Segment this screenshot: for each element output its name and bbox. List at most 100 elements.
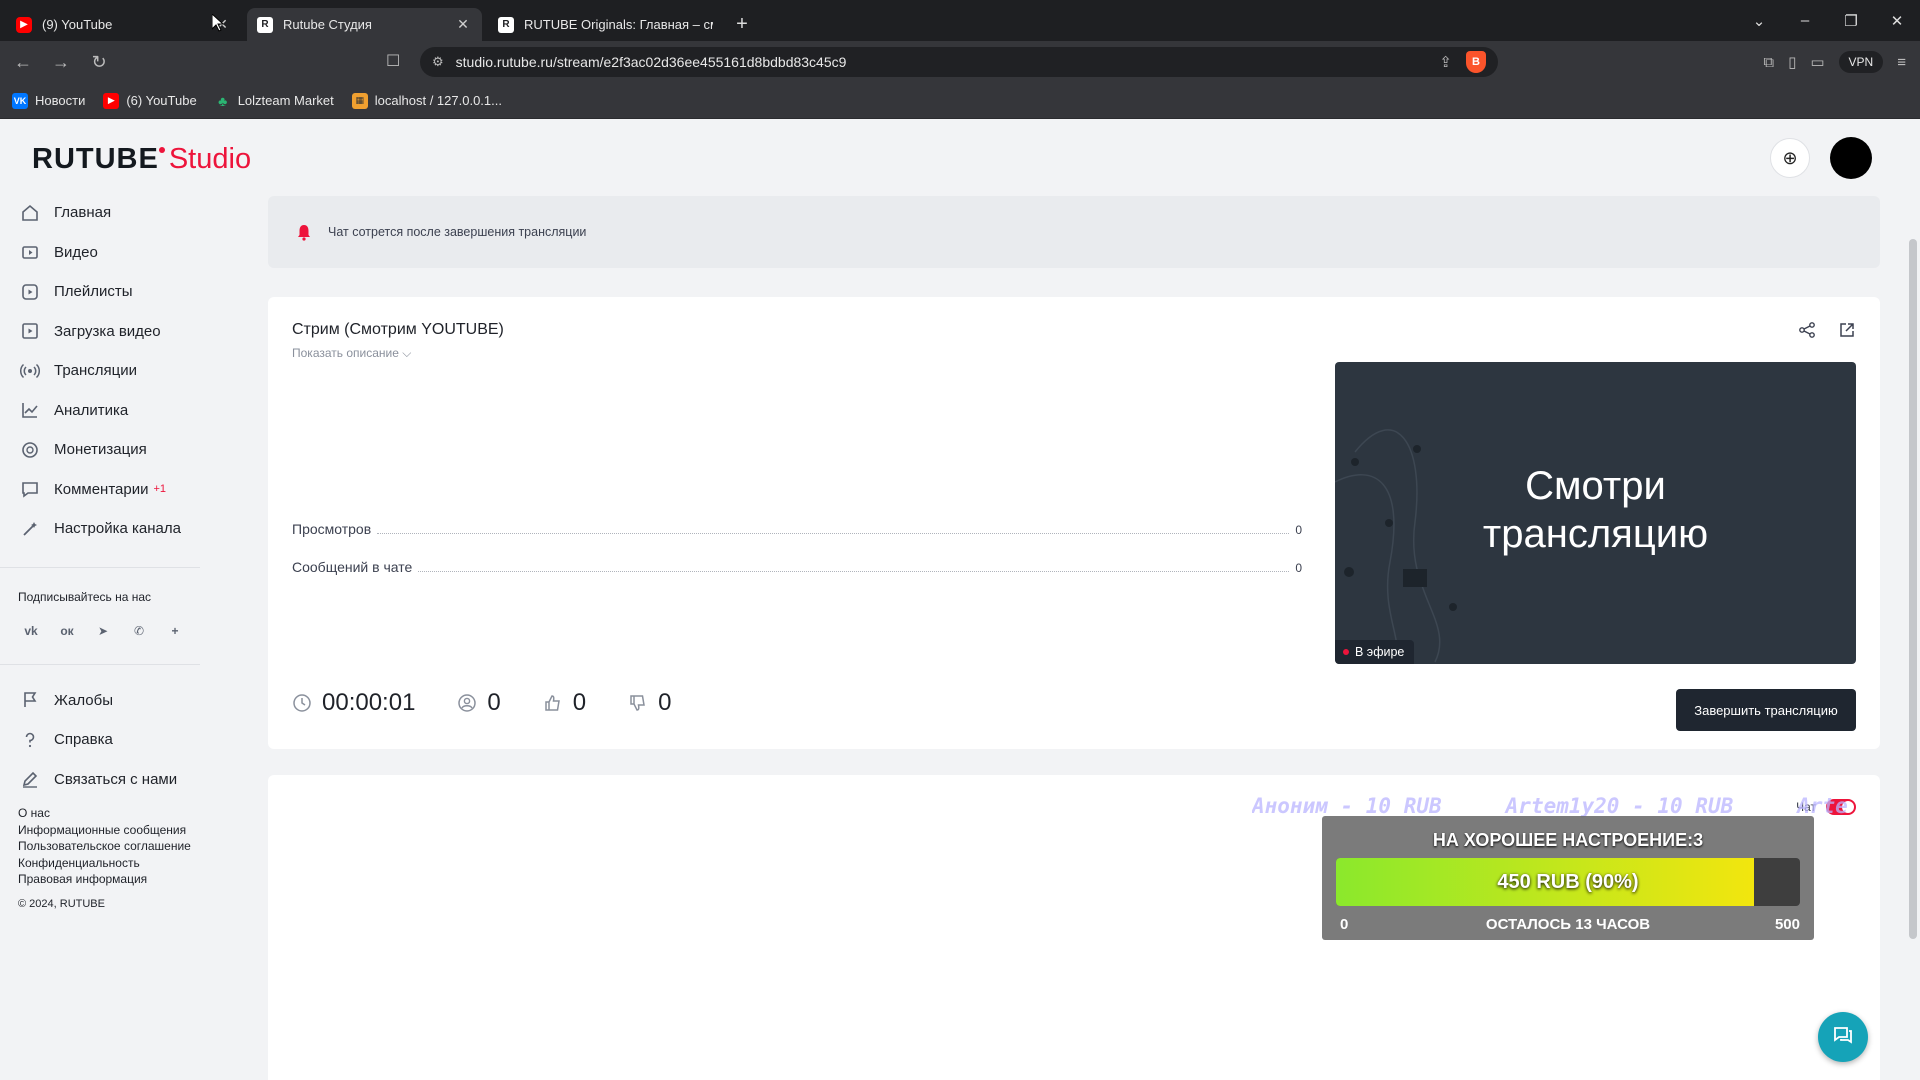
sidebar-divider — [0, 663, 200, 665]
user-icon — [457, 693, 477, 713]
stream-card: Стрим (Смотрим YOUTUBE) Показать описани… — [268, 297, 1880, 749]
comments-badge: +1 — [153, 483, 167, 496]
bookmark-localhost[interactable]: ▦ localhost / 127.0.0.1... — [351, 92, 502, 109]
tab-label: Rutube Студия — [283, 17, 372, 32]
sidebar-item-label: Справка — [54, 731, 113, 749]
extensions-icon[interactable]: ⧉ — [1763, 54, 1774, 71]
reload-icon[interactable]: ↻ — [84, 47, 114, 77]
stream-preview[interactable]: Смотри трансляцию В эфире — [1335, 362, 1856, 664]
browser-tab-bar: ▶ (9) YouTube ✕ R Rutube Студия ✕ R RUTU… — [0, 0, 1920, 41]
bookmark-label: Lolzteam Market — [237, 93, 334, 108]
live-label: В эфире — [1355, 645, 1405, 659]
show-description-label: Показать описание — [292, 346, 399, 360]
sidebar-item-comments[interactable]: Комментарии +1 — [0, 470, 222, 510]
restore-icon[interactable]: ❐ — [1828, 12, 1874, 30]
sidebar-item-complaints[interactable]: Жалобы — [0, 681, 222, 721]
tab-label: (9) YouTube — [42, 17, 113, 32]
sidebar-item-upload[interactable]: Загрузка видео — [0, 312, 222, 352]
link-legal[interactable]: Правовая информация — [18, 871, 222, 888]
phpmyadmin-icon: ▦ — [351, 92, 368, 109]
monetization-icon — [20, 440, 40, 460]
stat-chat-messages: Сообщений в чате 0 — [292, 559, 1302, 575]
telegram-icon[interactable]: ➤ — [92, 620, 114, 642]
wallet-icon[interactable]: ▭ — [1810, 53, 1824, 71]
sidebar-item-home[interactable]: Главная — [0, 193, 222, 233]
analytics-icon — [20, 400, 40, 420]
close-icon[interactable]: ✕ — [454, 16, 472, 34]
chevron-down-icon[interactable]: ⌄ — [1736, 12, 1782, 30]
donation-max: 500 — [1774, 916, 1800, 933]
thumbs-down-icon — [628, 693, 648, 713]
odnoklassniki-icon[interactable]: ок — [56, 620, 78, 642]
url-text[interactable]: studio.rutube.ru/stream/e2f3ac02d36ee455… — [456, 54, 1440, 70]
link-info-messages[interactable]: Информационные сообщения — [18, 822, 222, 839]
chat-bubble-icon — [1831, 1023, 1855, 1052]
preview-caption: Смотри трансляцию — [1335, 462, 1856, 558]
menu-icon[interactable]: ≡ — [1897, 54, 1906, 71]
sidebar-item-label: Связаться с нами — [54, 770, 178, 788]
sidebar-item-broadcasts[interactable]: Трансляции — [0, 351, 222, 391]
site-settings-icon[interactable]: ⚙ — [432, 54, 444, 70]
share-icon[interactable]: ⇪ — [1439, 53, 1452, 71]
sidebar-item-help[interactable]: Справка — [0, 720, 222, 760]
create-button[interactable]: ⊕ — [1770, 138, 1810, 178]
donation-progress-bar: 450 RUB (90%) — [1336, 858, 1800, 906]
metric-duration: 00:00:01 — [292, 689, 415, 717]
more-icon[interactable]: + — [164, 620, 186, 642]
donation-goal-title: НА ХОРОШЕЕ НАСТРОЕНИЕ:3 — [1432, 830, 1704, 850]
sidebar-item-monetization[interactable]: Монетизация — [0, 430, 222, 470]
donation-progress-text: 450 RUB (90%) — [1497, 871, 1639, 893]
vpn-button[interactable]: VPN — [1838, 51, 1884, 73]
close-window-icon[interactable]: ✕ — [1874, 12, 1920, 30]
sidebar-item-contact[interactable]: Связаться с нами — [0, 760, 222, 800]
video-icon — [20, 242, 40, 262]
external-link-icon[interactable] — [1838, 321, 1856, 344]
stat-value: 0 — [1295, 561, 1302, 575]
avatar[interactable] — [1830, 137, 1872, 179]
viber-icon[interactable]: ✆ — [128, 620, 150, 642]
back-icon[interactable]: ← — [8, 47, 38, 77]
stat-views: Просмотров 0 — [292, 521, 1302, 537]
sidebar-item-playlists[interactable]: Плейлисты — [0, 272, 222, 312]
sidebar-item-label: Комментарии — [54, 480, 149, 498]
show-description-toggle[interactable]: Показать описание ⌵ — [292, 346, 411, 361]
tab-rutube-originals[interactable]: R RUTUBE Originals: Главная – смотр — [488, 8, 723, 41]
rutube-studio-logo[interactable]: RUTUBE Studio — [32, 143, 251, 183]
bookmark-lolzteam[interactable]: ♣ Lolzteam Market — [215, 93, 334, 109]
pen-icon — [20, 769, 40, 789]
forward-icon[interactable]: → — [46, 47, 76, 77]
bookmark-icon[interactable]: ☐ — [386, 51, 400, 71]
sidebar-item-channel-settings[interactable]: Настройка канала — [0, 509, 222, 549]
sidebar: Главная Видео Плейлисты Загрузка видео Т… — [0, 193, 222, 910]
lolzteam-icon: ♣ — [218, 92, 228, 109]
scrollbar-thumb[interactable] — [1909, 239, 1917, 939]
end-stream-button[interactable]: Завершить трансляцию — [1676, 689, 1856, 731]
brave-shield-icon[interactable]: B — [1466, 51, 1486, 73]
link-about[interactable]: О нас — [18, 805, 222, 822]
address-bar[interactable]: ⚙ studio.rutube.ru/stream/e2f3ac02d36ee4… — [420, 47, 1498, 77]
support-chat-button[interactable] — [1818, 1012, 1868, 1062]
new-tab-button[interactable]: + — [727, 8, 757, 41]
share-icon[interactable] — [1798, 321, 1816, 344]
vk-icon[interactable]: vk — [20, 620, 42, 642]
viewers-value: 0 — [487, 689, 501, 716]
playlist-icon — [20, 282, 40, 302]
sidebar-icon[interactable]: ▯ — [1788, 53, 1796, 71]
stat-value: 0 — [1295, 523, 1302, 537]
metric-viewers: 0 — [457, 689, 501, 717]
tab-rutube-studio[interactable]: R Rutube Студия ✕ — [247, 8, 482, 41]
sidebar-item-video[interactable]: Видео — [0, 233, 222, 273]
bookmark-youtube[interactable]: ▶ (6) YouTube — [103, 92, 197, 109]
minimize-icon[interactable]: – — [1782, 12, 1828, 29]
home-icon — [20, 203, 40, 223]
tab-youtube[interactable]: ▶ (9) YouTube ✕ — [6, 8, 241, 41]
bookmark-news[interactable]: VK Новости — [12, 92, 85, 109]
upload-icon — [20, 321, 40, 341]
stream-card-actions — [1798, 321, 1856, 344]
notice-text: Чат сотрется после завершения трансляции — [328, 225, 587, 239]
link-user-agreement[interactable]: Пользовательское соглашение — [18, 838, 222, 855]
vk-icon: VK — [12, 92, 28, 109]
sidebar-item-analytics[interactable]: Аналитика — [0, 391, 222, 431]
link-privacy[interactable]: Конфиденциальность — [18, 855, 222, 872]
page-scrollbar[interactable] — [1906, 119, 1920, 1080]
